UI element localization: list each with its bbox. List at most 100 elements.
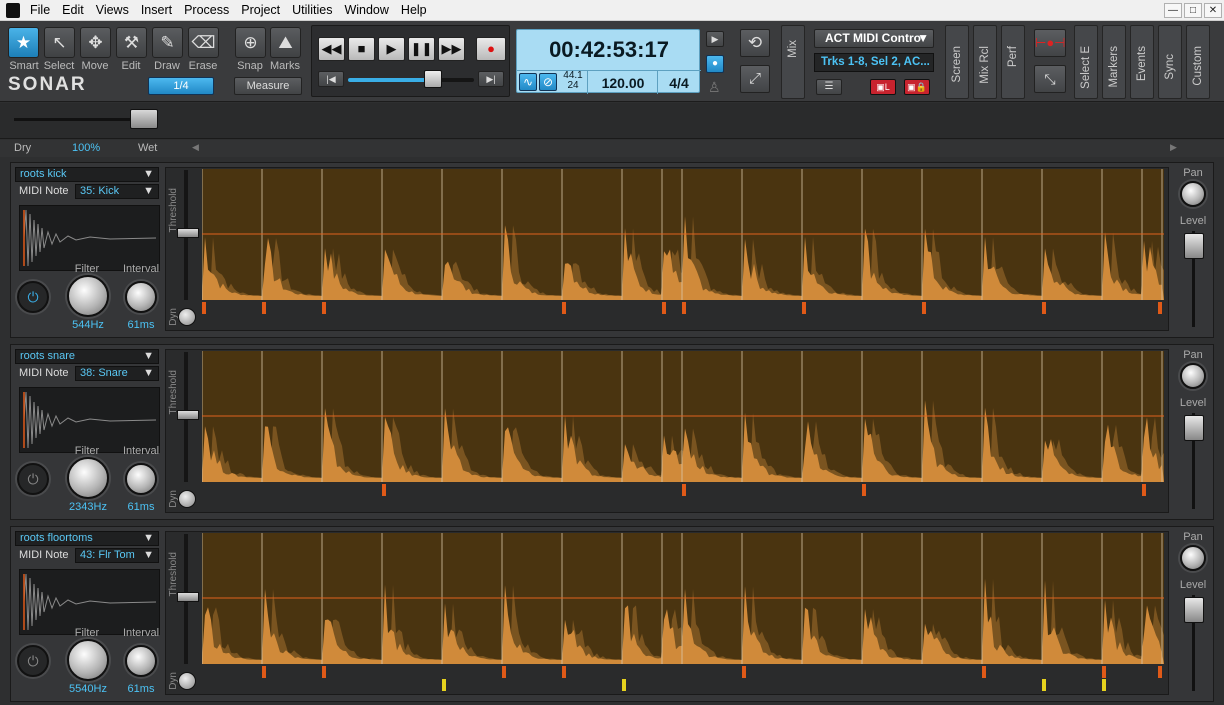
trigger-marker[interactable] [502, 666, 506, 678]
snap-icon[interactable]: ⊕ [235, 27, 266, 58]
meter-value[interactable]: 4/4 [659, 75, 699, 91]
lock-icon[interactable]: ▣🔒 [904, 79, 930, 95]
menu-project[interactable]: Project [235, 0, 286, 21]
smart-tool-icon[interactable]: ★ [8, 27, 39, 58]
trigger-marker[interactable] [262, 302, 266, 314]
select-tool-icon[interactable]: ↖ [44, 27, 75, 58]
trigger-marker[interactable] [1158, 302, 1162, 314]
measure-button[interactable]: Measure [234, 77, 302, 95]
loop-view-icon[interactable]: ∿ [519, 73, 537, 91]
trigger-marker[interactable] [742, 666, 746, 678]
play-button[interactable]: ▶ [378, 37, 405, 61]
trigger-marker[interactable] [1042, 302, 1046, 314]
punch-record-icon[interactable]: ⊢●⊣ [1034, 29, 1066, 57]
move-tool-icon[interactable]: ✥ [80, 27, 111, 58]
trigger-marker[interactable] [1158, 666, 1162, 678]
draw-tool-icon[interactable]: ✎ [152, 27, 183, 58]
trigger-marker[interactable] [682, 484, 686, 496]
velocity-marker[interactable] [442, 679, 446, 691]
filter-knob[interactable] [67, 275, 109, 317]
interval-knob[interactable] [125, 281, 157, 313]
now-slider-thumb[interactable] [424, 70, 442, 88]
power-icon[interactable]: ⏻ [17, 463, 49, 495]
menu-process[interactable]: Process [178, 0, 235, 21]
trigger-marker[interactable] [322, 302, 326, 314]
trigger-marker[interactable] [802, 302, 806, 314]
trigger-marker[interactable] [562, 666, 566, 678]
minimize-button[interactable]: — [1164, 3, 1182, 18]
menu-window[interactable]: Window [338, 0, 394, 21]
trigger-marker[interactable] [662, 302, 666, 314]
dyn-knob[interactable] [178, 672, 196, 690]
trigger-marker[interactable] [862, 484, 866, 496]
record-mode-icon[interactable]: ● [706, 55, 724, 73]
go-to-start-button[interactable]: |◀ [318, 71, 344, 87]
power-icon[interactable]: ⏻ [17, 281, 49, 313]
waveform[interactable] [201, 351, 1172, 482]
menu-utilities[interactable]: Utilities [286, 0, 338, 21]
trigger-marker[interactable] [922, 302, 926, 314]
menu-help[interactable]: Help [395, 0, 433, 21]
go-to-end-button[interactable]: ▶| [478, 71, 504, 87]
level-fader[interactable] [1184, 415, 1204, 441]
velocity-marker[interactable] [1042, 679, 1046, 691]
scroll-right-icon[interactable]: ▶ [1170, 142, 1177, 153]
trigger-marker[interactable] [382, 484, 386, 496]
trigger-marker[interactable] [1102, 666, 1106, 678]
trigger-marker[interactable] [982, 666, 986, 678]
menu-file[interactable]: File [24, 0, 56, 21]
control-surface-select[interactable]: ACT MIDI Contro ▼ [814, 29, 934, 48]
midi-note-select[interactable]: 38: Snare ▼ [75, 366, 159, 381]
stop-button[interactable]: ■ [348, 37, 375, 61]
list-icon[interactable]: ☰ [816, 79, 842, 95]
lock-link-icon[interactable]: ▣L [870, 79, 896, 95]
select-tab[interactable]: Select E [1074, 25, 1098, 99]
events-tab[interactable]: Events [1130, 25, 1154, 99]
close-button[interactable]: ✕ [1204, 3, 1222, 18]
menu-insert[interactable]: Insert [135, 0, 178, 21]
velocity-marker[interactable] [622, 679, 626, 691]
pause-button[interactable]: ❚❚ [408, 37, 435, 61]
interval-knob[interactable] [125, 645, 157, 677]
midi-note-select[interactable]: 35: Kick ▼ [75, 184, 159, 199]
threshold-slider[interactable] [177, 410, 199, 420]
custom-tab[interactable]: Custom [1186, 25, 1210, 99]
screen-tab[interactable]: Screen [945, 25, 969, 99]
threshold-slider[interactable] [177, 228, 199, 238]
perf-tab[interactable]: Perf [1001, 25, 1025, 99]
transport-next-icon[interactable]: ▶ [706, 31, 724, 47]
zoom-fit-icon[interactable]: ⤡ [1034, 65, 1066, 93]
filter-knob[interactable] [67, 639, 109, 681]
threshold-slider[interactable] [177, 592, 199, 602]
menu-edit[interactable]: Edit [56, 0, 90, 21]
now-slider-track[interactable] [348, 78, 474, 82]
track-select[interactable]: roots floortoms ▼ [15, 531, 159, 546]
mix-tab[interactable]: Mix [781, 25, 805, 99]
power-icon[interactable]: ⏻ [17, 645, 49, 677]
sync-tab[interactable]: Sync [1158, 25, 1182, 99]
pan-knob[interactable] [1180, 545, 1206, 571]
waveform[interactable] [201, 169, 1172, 300]
mix-recall-tab[interactable]: Mix Rcl [973, 25, 997, 99]
trigger-marker[interactable] [682, 302, 686, 314]
trigger-marker[interactable] [262, 666, 266, 678]
dyn-knob[interactable] [178, 308, 196, 326]
pan-knob[interactable] [1180, 181, 1206, 207]
marks-icon[interactable]: ⛰ [270, 27, 301, 58]
punch-view-icon[interactable]: ⊘ [539, 73, 557, 91]
erase-tool-icon[interactable]: ⌫ [188, 27, 219, 58]
loop-icon[interactable]: ⟲ [740, 29, 770, 57]
scroll-left-icon[interactable]: ◀ [192, 142, 199, 153]
metronome-icon[interactable]: ♙ [708, 79, 721, 96]
rewind-button[interactable]: ◀◀ [318, 37, 345, 61]
trigger-marker[interactable] [1142, 484, 1146, 496]
fit-icon[interactable]: ⤢ [740, 65, 770, 93]
edit-tool-icon[interactable]: ⚒ [116, 27, 147, 58]
trigger-marker[interactable] [322, 666, 326, 678]
record-button[interactable]: ● [476, 37, 506, 61]
trigger-marker[interactable] [202, 302, 206, 314]
track-select[interactable]: roots snare ▼ [15, 349, 159, 364]
trigger-marker[interactable] [562, 302, 566, 314]
filter-knob[interactable] [67, 457, 109, 499]
waveform[interactable] [201, 533, 1172, 664]
